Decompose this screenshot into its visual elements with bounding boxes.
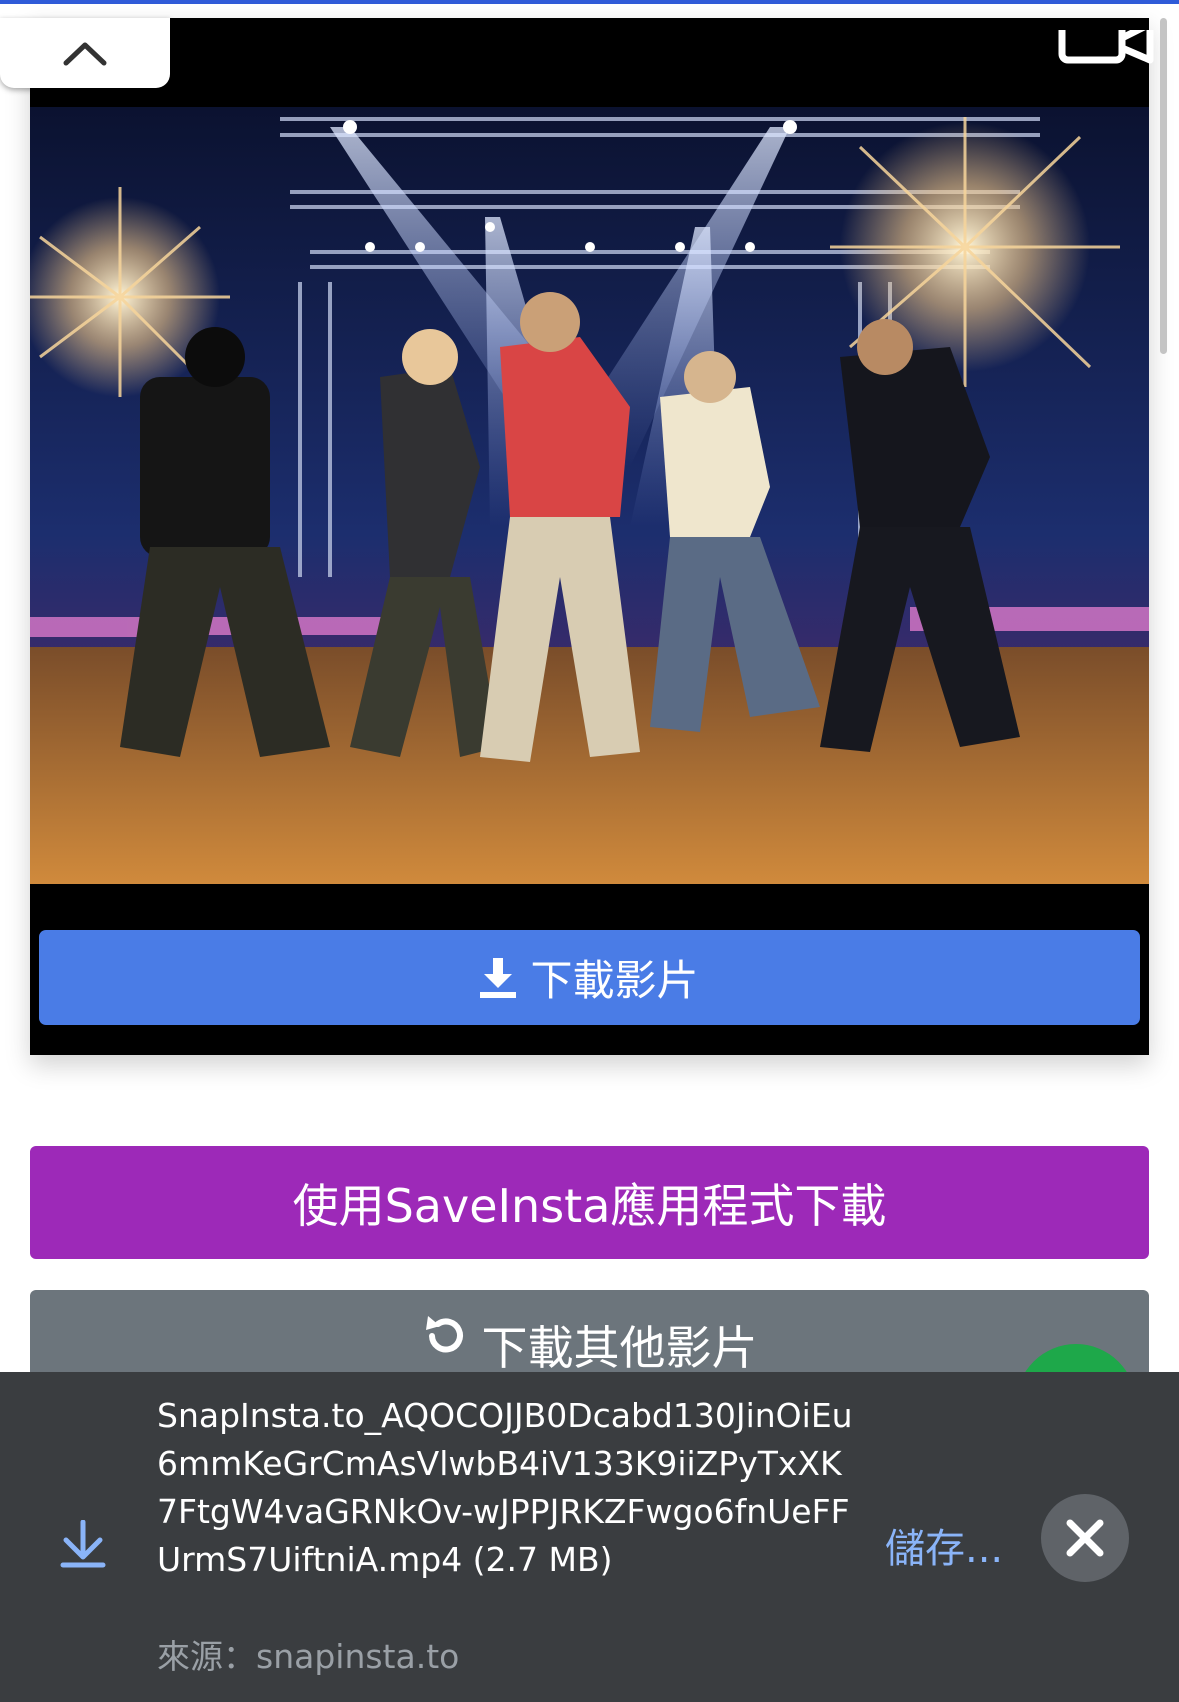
close-icon bbox=[1066, 1519, 1104, 1557]
chevron-up-icon bbox=[63, 42, 107, 66]
download-video-button[interactable]: 下載影片 bbox=[39, 930, 1140, 1025]
download-filename: SnapInsta.to_AQOCOJJB0Dcabd130JinOiEu6mm… bbox=[157, 1396, 853, 1579]
download-other-video-label: 下載其他影片 bbox=[481, 1321, 758, 1375]
save-button[interactable]: 儲存... bbox=[885, 1516, 1003, 1574]
close-download-button[interactable] bbox=[1041, 1494, 1129, 1582]
download-arrow-icon bbox=[60, 1520, 106, 1568]
download-icon bbox=[480, 957, 517, 998]
refresh-icon bbox=[425, 1316, 463, 1353]
camera-icon[interactable] bbox=[1058, 30, 1158, 66]
scrollbar[interactable] bbox=[1160, 18, 1167, 354]
page-load-bar bbox=[0, 0, 1179, 4]
video-thumbnail[interactable] bbox=[30, 107, 1149, 884]
download-video-label: 下載影片 bbox=[530, 956, 699, 1005]
download-source: 來源：snapinsta.to bbox=[157, 1637, 460, 1676]
download-with-app-button[interactable]: 使用SaveInsta應用程式下載 bbox=[30, 1146, 1149, 1259]
download-bar: SnapInsta.to_AQOCOJJB0Dcabd130JinOiEu6mm… bbox=[0, 1372, 1179, 1702]
download-with-app-label: 使用SaveInsta應用程式下載 bbox=[292, 1178, 887, 1233]
scroll-to-top-button[interactable] bbox=[0, 18, 170, 88]
